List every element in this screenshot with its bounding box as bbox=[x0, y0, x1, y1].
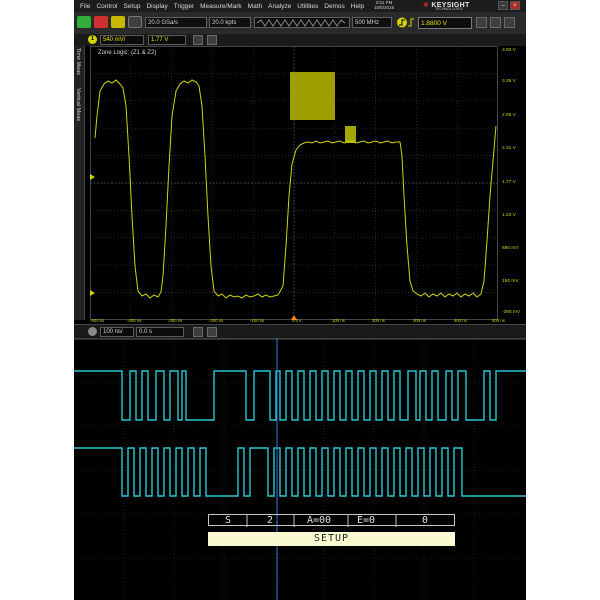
menu-utilities[interactable]: Utilities bbox=[294, 3, 321, 10]
x-tick-label: 200 ns bbox=[372, 318, 385, 323]
decode-separators bbox=[246, 515, 397, 527]
x-tick-label: 0.0 s bbox=[292, 318, 302, 323]
acquisition-overview[interactable] bbox=[254, 17, 350, 28]
decode-field-a: A=00 bbox=[307, 515, 332, 526]
timebase-settings-button[interactable] bbox=[193, 327, 203, 337]
sample-rate-readout[interactable]: 20.0 GSa/s bbox=[145, 17, 207, 28]
decode-packet-label: SETUP bbox=[208, 532, 455, 546]
menu-trigger[interactable]: Trigger bbox=[171, 3, 197, 10]
y-tick-label: 150 mV bbox=[502, 279, 519, 284]
decode-start: S bbox=[225, 515, 232, 526]
acquisition-waveform-icon bbox=[257, 19, 346, 27]
vertical-scale-readout[interactable]: 540 mV/ bbox=[100, 35, 144, 45]
timebase-icon[interactable] bbox=[88, 327, 97, 336]
y-tick-label: 1.23 V bbox=[502, 213, 516, 218]
horizontal-scale-readout[interactable]: 100 ns/ bbox=[100, 327, 134, 337]
menu-control[interactable]: Control bbox=[93, 3, 120, 10]
menu-display[interactable]: Display bbox=[143, 3, 170, 10]
close-icon[interactable]: × bbox=[510, 1, 520, 10]
logo-subtitle: TECHNOLOGIES bbox=[435, 7, 463, 11]
memory-depth-readout[interactable]: 20.0 kpts bbox=[209, 17, 251, 28]
menu-analyze[interactable]: Analyze bbox=[265, 3, 294, 10]
toolbar-config-button[interactable] bbox=[490, 17, 501, 28]
bandwidth-readout[interactable]: 500 MHz bbox=[352, 17, 392, 28]
trigger-edge-icon bbox=[396, 16, 414, 34]
decode-field-e: E=0 bbox=[357, 515, 376, 526]
auto-button[interactable] bbox=[128, 16, 142, 28]
x-tick-label: -300 ns bbox=[168, 318, 183, 323]
menu-math[interactable]: Math bbox=[245, 3, 265, 10]
x-tick-label: -400 ns bbox=[127, 318, 142, 323]
stop-button[interactable] bbox=[94, 16, 108, 28]
y-tick-label: 1.77 V bbox=[502, 180, 516, 185]
menu-help[interactable]: Help bbox=[348, 3, 367, 10]
timebase-bar: 100 ns/ 0.0 s bbox=[74, 324, 526, 339]
y-tick-label: 2.31 V bbox=[502, 146, 516, 151]
toolbar-help-button[interactable] bbox=[504, 17, 515, 28]
vertical-offset-readout[interactable]: 1.77 V bbox=[148, 35, 186, 45]
digital-view[interactable] bbox=[74, 338, 526, 600]
minimize-icon[interactable]: – bbox=[498, 1, 508, 10]
tab-vertical-meas[interactable]: Vertical Meas bbox=[75, 88, 81, 121]
logo-mark-icon: ✳ bbox=[423, 2, 430, 9]
toolbar: 20.0 GSa/s 20.0 kpts 500 MHz 1.8800 V bbox=[74, 12, 526, 34]
zone-1-box[interactable] bbox=[290, 72, 335, 120]
menu-file[interactable]: File bbox=[77, 3, 93, 10]
trigger-level-readout[interactable]: 1.8800 V bbox=[418, 17, 472, 29]
y-tick-label: 3.93 V bbox=[502, 48, 516, 53]
single-button[interactable] bbox=[111, 16, 125, 28]
side-tabs: Time Meas Vertical Meas bbox=[74, 46, 85, 320]
zone-logic-label: Zone Logic: (Z1 & Z2) bbox=[98, 50, 157, 56]
x-tick-label: 500 ns bbox=[492, 318, 505, 323]
toolbar-menu-button[interactable] bbox=[476, 17, 487, 28]
trigger-level-marker-icon[interactable] bbox=[90, 290, 95, 296]
x-tick-label: -100 ns bbox=[250, 318, 265, 323]
decode-address: 2 bbox=[267, 515, 274, 526]
digital-signal-2 bbox=[74, 447, 526, 497]
x-tick-label: 100 ns bbox=[332, 318, 345, 323]
channel-settings-button[interactable] bbox=[193, 35, 203, 45]
run-button[interactable] bbox=[77, 16, 91, 28]
ground-marker-icon[interactable] bbox=[90, 174, 95, 180]
menu-measure-mark[interactable]: Measure/Mark bbox=[197, 3, 245, 10]
tab-time-meas[interactable]: Time Meas bbox=[75, 48, 81, 75]
digital-signal-1 bbox=[74, 370, 526, 421]
menu-demos[interactable]: Demos bbox=[321, 3, 348, 10]
x-tick-label: 300 ns bbox=[413, 318, 426, 323]
timebase-menu-button[interactable] bbox=[207, 327, 217, 337]
channel-menu-button[interactable] bbox=[207, 35, 217, 45]
x-tick-label: -500 ns bbox=[90, 318, 105, 323]
menu-setup[interactable]: Setup bbox=[120, 3, 143, 10]
clock: 3:51 PM 10/5/2015 bbox=[374, 0, 394, 10]
oscilloscope-window: File Control Setup Display Trigger Measu… bbox=[74, 0, 526, 600]
analog-graticule[interactable] bbox=[90, 46, 498, 320]
x-tick-label: -200 ns bbox=[209, 318, 224, 323]
clock-date: 10/5/2015 bbox=[374, 5, 395, 10]
y-tick-label: 2.85 V bbox=[502, 113, 516, 118]
y-tick-label: 690 mV bbox=[502, 246, 519, 251]
zone-2-box[interactable] bbox=[345, 126, 356, 143]
x-tick-label: 400 ns bbox=[454, 318, 467, 323]
y-tick-label: -390 mV bbox=[502, 310, 521, 315]
channel-bar: 1 540 mV/ 1.77 V bbox=[74, 34, 526, 46]
decode-value: 0 bbox=[422, 515, 429, 526]
channel-1-badge[interactable]: 1 bbox=[88, 35, 97, 44]
serial-decode-frame[interactable]: S 2 A=00 E=0 0 bbox=[208, 514, 455, 527]
y-tick-label: 3.39 V bbox=[502, 79, 516, 84]
horizontal-position-readout[interactable]: 0.0 s bbox=[136, 327, 184, 337]
